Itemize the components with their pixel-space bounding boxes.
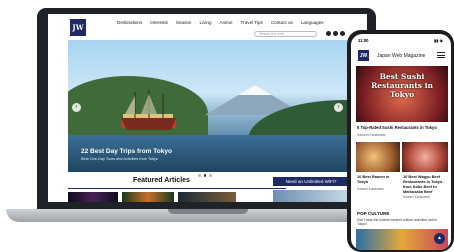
nav-item-interests[interactable]: Interests [150,20,168,25]
article-author: Kanami Kanazawa [357,187,384,191]
article-title[interactable]: 10 Best Ramen in Tokyo [357,174,399,184]
wifi-ad-image[interactable] [273,190,349,202]
facebook-icon[interactable] [326,31,331,36]
top-nav: JW Destinations Interests Season Living … [48,14,367,38]
hero-carousel[interactable]: ‹ › 22 Best Day Trips from Tokyo Best On… [68,40,347,172]
carousel-dot-active[interactable] [203,174,206,177]
phone-screen: 11:00 ▮▮ ◉ JW Japan Web Magazine Best Su… [351,34,451,250]
article-thumbnail[interactable] [122,192,174,202]
site-logo[interactable]: JW [70,19,86,36]
scroll-top-button[interactable]: ▲ [434,233,445,244]
laptop-screen: JW Destinations Interests Season Living … [48,14,367,202]
site-logo[interactable]: JW [358,50,369,61]
section-subtitle: Don't miss the hottest modern culture ac… [357,218,438,227]
article-title[interactable]: 5 Top-Rated Sushi Restaurants in Tokyo [357,125,437,130]
social-links [326,31,345,36]
article-author: Kanami Kanazawa [403,195,430,199]
search-input[interactable]: Search the web [254,31,317,37]
pirate-ship-image [121,90,176,130]
status-icons: ▮▮ ◉ [434,38,444,43]
nav-item-languages[interactable]: Languages [301,20,324,25]
article-thumbnail[interactable] [356,142,400,172]
carousel-dot[interactable] [209,174,212,177]
carousel-dots [198,174,212,177]
featured-heading: Featured Articles [133,177,190,184]
hero-title[interactable]: 22 Best Day Trips from Tokyo [81,148,172,155]
hamburger-menu-icon[interactable] [437,52,445,58]
twitter-icon[interactable] [333,31,338,36]
site-brand[interactable]: Japan Web Magazine [377,53,425,59]
laptop-notch [168,209,248,214]
article-title[interactable]: 10 Best Wagyu Beef Restaurants in Tokyo … [403,174,449,194]
featured-divider [68,188,286,189]
nav-item-season[interactable]: Season [176,20,192,25]
nav-item-destinations[interactable]: Destinations [117,20,142,25]
article-thumbnail[interactable] [178,192,236,202]
article-author: Kanami Kanazawa [357,133,386,137]
hero-fuji-snow [238,85,272,95]
section-title: POP CULTURE [357,211,390,216]
nav-item-living[interactable]: Living [200,20,212,25]
carousel-prev-button[interactable]: ‹ [72,103,81,112]
nav-item-contact[interactable]: Contact us [271,20,293,25]
instagram-icon[interactable] [340,31,345,36]
carousel-next-button[interactable]: › [334,103,343,112]
main-menu: Destinations Interests Season Living Ani… [117,20,324,25]
status-time: 11:00 [358,38,369,43]
article-thumbnail[interactable] [402,142,448,172]
carousel-dot[interactable] [198,174,201,177]
nav-item-anime[interactable]: Anime [220,20,233,25]
phone-hero-text: Best Sushi Restaurants in Tokyo [371,72,433,99]
wifi-banner[interactable]: Need an Unlimited WiFi? [273,177,349,186]
nav-item-travel-tips[interactable]: Travel Tips [241,20,263,25]
product-mockup: JW Destinations Interests Season Living … [0,0,454,252]
article-thumbnail[interactable] [68,192,118,202]
hero-subtitle: Best One-Day Tours and Activities from T… [81,157,158,161]
